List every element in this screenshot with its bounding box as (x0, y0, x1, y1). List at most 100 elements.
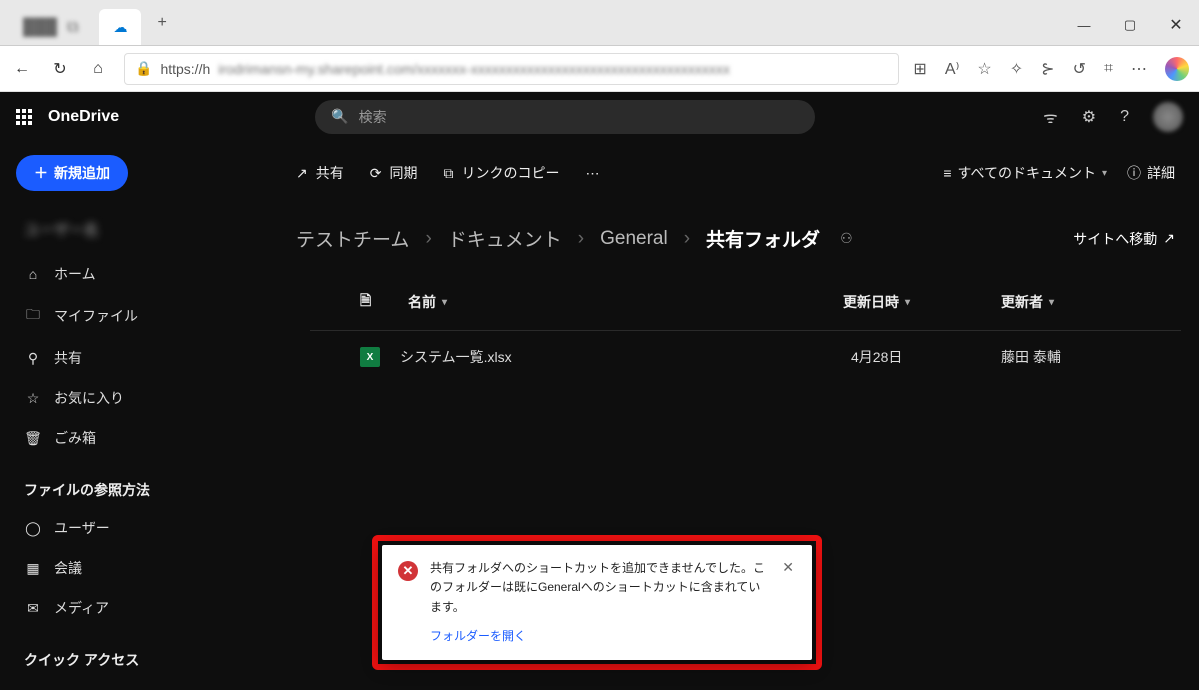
trash-icon: 🗑 (24, 430, 42, 447)
name-header[interactable]: 名前▾ (408, 292, 835, 312)
author-header[interactable]: 更新者▾ (1001, 292, 1161, 312)
app-launcher-icon[interactable] (16, 109, 32, 125)
shopping-icon[interactable]: ⊞ (913, 59, 926, 79)
back-button[interactable]: ← (10, 60, 34, 78)
sidebar-item-myfiles[interactable]: 🗀マイファイル (16, 296, 274, 336)
people-icon: ⚲ (24, 350, 42, 367)
overflow-button[interactable]: ⋯ (585, 165, 599, 182)
settings-icon[interactable]: ⚙ (1082, 107, 1096, 127)
file-type-header[interactable]: 🗎 (360, 290, 400, 314)
error-icon: ✕ (398, 561, 418, 581)
info-icon: ⓘ (1127, 163, 1141, 183)
table-header: 🗎 名前▾ 更新日時▾ 更新者▾ (310, 274, 1181, 331)
breadcrumb-item[interactable]: ドキュメント (448, 225, 562, 252)
history-icon[interactable]: ↺ (1073, 59, 1086, 79)
search-placeholder: 検索 (359, 107, 387, 127)
link-icon: ⧉ (443, 165, 453, 182)
sidebar-item-media[interactable]: ✉メディア (16, 590, 274, 626)
modified-header[interactable]: 更新日時▾ (843, 292, 993, 312)
sync-icon: ⟳ (370, 165, 382, 182)
table-row[interactable]: X システム一覧.xlsx 4月28日 藤田 泰輔 (310, 331, 1181, 383)
onedrive-cloud-icon: ☁ (113, 19, 127, 36)
external-icon: ↗ (1163, 230, 1175, 247)
error-toast: ✕ 共有フォルダへのショートカットを追加できませんでした。このフォルダーは既にG… (382, 545, 812, 660)
more-icon[interactable]: ⋯ (1131, 59, 1147, 79)
chevron-right-icon: › (684, 228, 690, 250)
file-name[interactable]: システム一覧.xlsx (400, 347, 851, 367)
favorite-icon[interactable]: ☆ (977, 59, 991, 79)
breadcrumb: テストチーム › ドキュメント › General › 共有フォルダ ⚇ サイト… (290, 193, 1181, 274)
minimize-button[interactable]: — (1061, 5, 1107, 45)
close-window-button[interactable]: ✕ (1153, 5, 1199, 45)
breadcrumb-item[interactable]: General (600, 228, 668, 250)
person-icon: ◯ (24, 520, 42, 537)
calendar-icon: ▦ (24, 560, 42, 577)
list-icon: ≡ (943, 165, 951, 181)
home-icon: ⌂ (24, 266, 42, 282)
premium-icon[interactable]: ᯤ (1043, 106, 1058, 128)
sidebar: ＋ 新規追加 ユーザー名 ⌂ホーム 🗀マイファイル ⚲共有 ☆お気に入り 🗑ごみ… (0, 141, 290, 690)
address-bar[interactable]: 🔒 https://h irodrimansn-my.sharepoint.com… (124, 53, 899, 85)
sync-button[interactable]: ⟳同期 (370, 163, 418, 183)
copy-link-button[interactable]: ⧉リンクのコピー (443, 163, 559, 183)
file-table: 🗎 名前▾ 更新日時▾ 更新者▾ X システム一覧.xlsx 4月28日 藤田 … (310, 274, 1181, 383)
search-input[interactable]: 🔍 検索 (315, 100, 815, 134)
chevron-right-icon: › (578, 228, 584, 250)
excel-file-icon: X (360, 347, 380, 367)
inactive-tab[interactable]: ███⧉ (8, 11, 93, 45)
help-icon[interactable]: ? (1120, 108, 1129, 126)
sidebar-item-home[interactable]: ⌂ホーム (16, 256, 274, 292)
breadcrumb-current: 共有フォルダ (706, 225, 820, 252)
sidebar-item-favorites[interactable]: ☆お気に入り (16, 380, 274, 416)
address-prefix: https://h (160, 61, 210, 77)
view-selector[interactable]: ≡すべてのドキュメント▾ (943, 163, 1107, 183)
active-tab[interactable]: ☁ (99, 9, 141, 45)
app-header: OneDrive 🔍 検索 ᯤ ⚙ ? (0, 92, 1199, 141)
command-bar: ↗共有 ⟳同期 ⧉リンクのコピー ⋯ ≡すべてのドキュメント▾ ⓘ詳細 (290, 153, 1181, 193)
media-icon: ✉ (24, 600, 42, 617)
sidebar-item-trash[interactable]: 🗑ごみ箱 (16, 420, 274, 456)
new-button[interactable]: ＋ 新規追加 (16, 155, 128, 191)
toast-message: 共有フォルダへのショートカットを追加できませんでした。このフォルダーは既にGen… (430, 559, 766, 617)
folder-icon: 🗀 (24, 304, 42, 328)
share-button[interactable]: ↗共有 (296, 163, 344, 183)
sidebar-item-shared[interactable]: ⚲共有 (16, 340, 274, 376)
file-date: 4月28日 (851, 347, 1001, 367)
sidebar-section-quick: クイック アクセス (16, 638, 274, 676)
browser-tab-strip: ███⧉ ☁ + — ▢ ✕ (0, 0, 1199, 46)
browser-toolbar: ← ↻ ⌂ 🔒 https://h irodrimansn-my.sharepoi… (0, 46, 1199, 92)
sidebar-section-browse: ファイルの参照方法 (16, 468, 274, 506)
favorites-bar-icon[interactable]: ⊱ (1041, 59, 1054, 79)
lock-icon: 🔒 (135, 60, 152, 77)
new-tab-button[interactable]: + (145, 14, 178, 32)
search-icon: 🔍 (331, 108, 348, 125)
app-title: OneDrive (48, 108, 119, 126)
star-icon: ☆ (24, 390, 42, 407)
home-button[interactable]: ⌂ (86, 60, 110, 78)
share-icon: ↗ (296, 165, 308, 182)
user-avatar[interactable] (1153, 102, 1183, 132)
extensions-icon[interactable]: ✧ (1010, 59, 1023, 79)
breadcrumb-item[interactable]: テストチーム (296, 225, 409, 252)
group-icon[interactable]: ⚇ (840, 230, 853, 247)
refresh-button[interactable]: ↻ (48, 59, 72, 79)
details-button[interactable]: ⓘ詳細 (1127, 163, 1175, 183)
onedrive-app: OneDrive 🔍 検索 ᯤ ⚙ ? ＋ 新規追加 ユーザー名 ⌂ホーム 🗀マ… (0, 92, 1199, 690)
open-folder-link[interactable]: フォルダーを開く (430, 627, 766, 646)
toast-close-button[interactable]: ✕ (778, 559, 798, 646)
copilot-icon[interactable] (1165, 57, 1189, 81)
chevron-down-icon: ▾ (905, 297, 910, 308)
chevron-down-icon: ▾ (1102, 168, 1107, 179)
address-blurred: irodrimansn-my.sharepoint.com/xxxxxxx-xx… (218, 61, 730, 77)
sidebar-item-meetings[interactable]: ▦会議 (16, 550, 274, 586)
read-aloud-icon[interactable]: A⁾ (945, 59, 960, 79)
chevron-right-icon: › (425, 228, 431, 250)
chevron-down-icon: ▾ (442, 297, 447, 308)
file-author: 藤田 泰輔 (1001, 347, 1161, 367)
toast-highlight-border: ✕ 共有フォルダへのショートカットを追加できませんでした。このフォルダーは既にG… (372, 535, 822, 670)
maximize-button[interactable]: ▢ (1107, 5, 1153, 45)
go-to-site-link[interactable]: サイトへ移動↗ (1073, 229, 1175, 249)
sidebar-item-users[interactable]: ◯ユーザー (16, 510, 274, 546)
tabs-icon: ⧉ (67, 19, 78, 37)
screenshot-icon[interactable]: ⌗ (1104, 60, 1113, 78)
